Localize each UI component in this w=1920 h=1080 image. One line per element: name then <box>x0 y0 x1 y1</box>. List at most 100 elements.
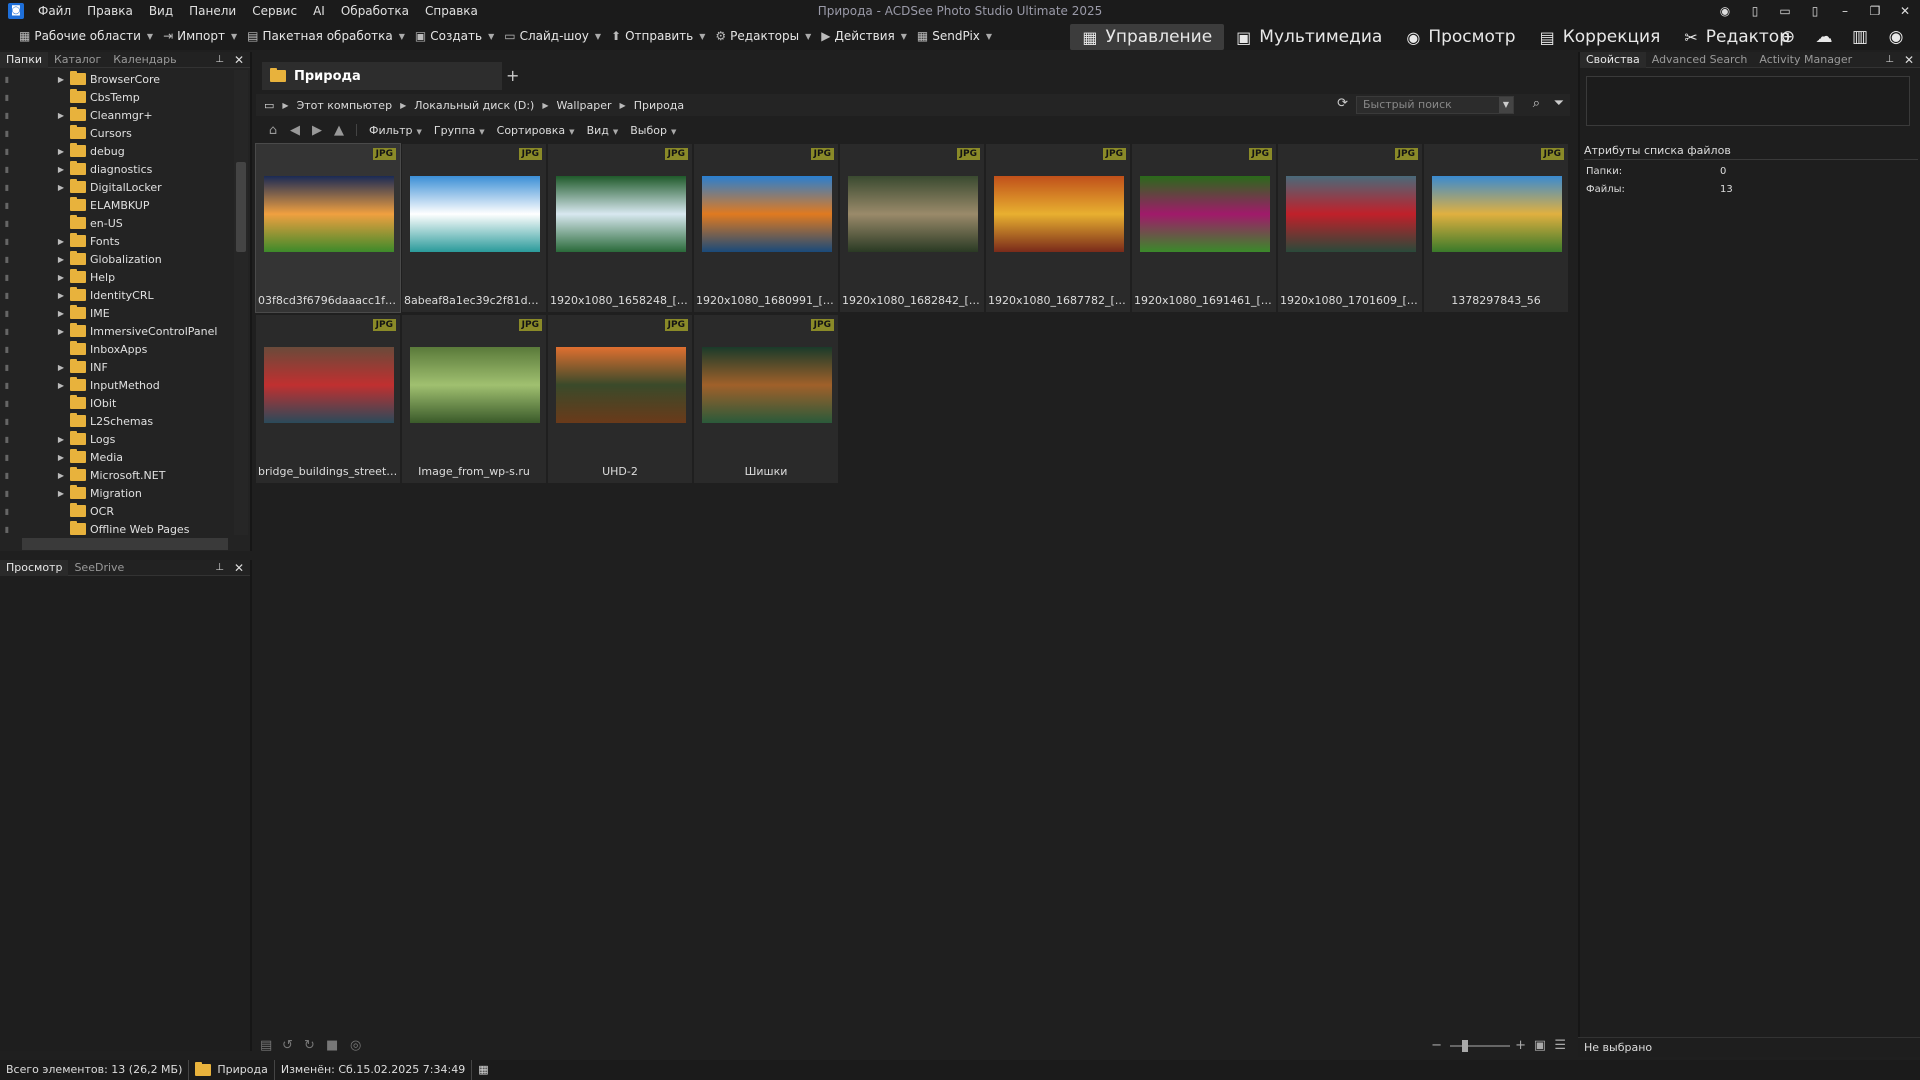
tree-horizontal-scrollbar[interactable] <box>22 538 228 550</box>
tree-item[interactable]: ▮ ▶ Logs <box>0 430 232 448</box>
chevron-down-icon[interactable]: ▼ <box>699 32 705 41</box>
expand-arrow-icon[interactable]: ▶ <box>56 183 66 192</box>
chevron-down-icon[interactable]: ▼ <box>147 32 153 41</box>
breadcrumb-item[interactable]: Локальный диск (D:) <box>410 99 538 112</box>
tab-advanced-search[interactable]: Advanced Search <box>1646 52 1754 68</box>
right-pane-toggle-icon[interactable]: ▯ <box>1800 4 1830 18</box>
expand-arrow-icon[interactable]: ▶ <box>56 471 66 480</box>
pin-icon[interactable]: ⊥ <box>1881 54 1898 65</box>
globe-icon[interactable]: ⊕ <box>1770 27 1806 47</box>
tree-item[interactable]: ▮ CbsTemp <box>0 88 232 106</box>
tree-item[interactable]: ▮ ELAMBKUP <box>0 196 232 214</box>
expand-arrow-icon[interactable]: ▶ <box>56 435 66 444</box>
tree-item[interactable]: ▮ ▶ BrowserCore <box>0 70 232 88</box>
tree-item[interactable]: ▮ ▶ Cleanmgr+ <box>0 106 232 124</box>
dropdown-3[interactable]: Вид ▼ <box>581 124 625 137</box>
chevron-down-icon[interactable]: ▼ <box>231 32 237 41</box>
toolbar-workspaces-button[interactable]: ▦ Рабочие области ▼ <box>14 22 158 50</box>
zoom-slider-knob[interactable] <box>1462 1040 1468 1052</box>
left-pane-toggle-icon[interactable]: ▯ <box>1740 4 1770 18</box>
chevron-down-icon[interactable]: ▼ <box>901 32 907 41</box>
zoom-in-icon[interactable]: + <box>1515 1038 1526 1053</box>
filter-icon[interactable]: ⏷ <box>1554 96 1564 111</box>
file-thumbnail[interactable]: JPG 1920x1080_1682842_[ww... <box>840 144 984 312</box>
chevron-right-icon[interactable]: ▶ <box>278 101 292 110</box>
play-icon[interactable]: ◎ <box>350 1038 361 1053</box>
file-thumbnail[interactable]: JPG 1378297843_56 <box>1424 144 1568 312</box>
file-thumbnail[interactable]: JPG 03f8cd3f6796daaacc1fe43... <box>255 143 401 313</box>
home-icon[interactable]: ⌂ <box>262 123 284 138</box>
tree-item[interactable]: ▮ ▶ Media <box>0 448 232 466</box>
calendar-icon[interactable]: ▦ <box>472 1060 494 1080</box>
tree-item[interactable]: ▮ ▶ IdentityCRL <box>0 286 232 304</box>
tree-item[interactable]: ▮ Offline Web Pages <box>0 520 232 535</box>
up-icon[interactable]: ▲ <box>328 123 350 138</box>
tab-просмотр[interactable]: Просмотр <box>0 559 69 576</box>
file-thumbnail[interactable]: JPG bridge_buildings_street_9... <box>256 315 400 483</box>
dashboard-icon[interactable]: ▥ <box>1842 27 1878 47</box>
file-thumbnail[interactable]: JPG 1920x1080_1691461_[ww... <box>1132 144 1276 312</box>
tab-свойства[interactable]: Свойства <box>1580 51 1646 68</box>
tree-item[interactable]: ▮ OCR <box>0 502 232 520</box>
toolbar-editors-button[interactable]: ⚙ Редакторы ▼ <box>710 22 816 50</box>
expand-arrow-icon[interactable]: ▶ <box>56 453 66 462</box>
menu-item[interactable]: Панели <box>181 0 244 22</box>
tab-каталог[interactable]: Каталог <box>48 52 107 68</box>
chevron-down-icon[interactable]: ▼ <box>1499 97 1513 113</box>
tree-item[interactable]: ▮ ▶ INF <box>0 358 232 376</box>
expand-arrow-icon[interactable]: ▶ <box>56 75 66 84</box>
file-thumbnail[interactable]: JPG 1920x1080_1687782_[ww... <box>986 144 1130 312</box>
expand-arrow-icon[interactable]: ▶ <box>56 489 66 498</box>
expand-arrow-icon[interactable]: ▶ <box>56 273 66 282</box>
dropdown-1[interactable]: Группа ▼ <box>428 124 491 137</box>
tree-item[interactable]: ▮ ▶ Globalization <box>0 250 232 268</box>
breadcrumb-item[interactable]: Природа <box>630 99 688 112</box>
computer-icon[interactable]: ▭ <box>260 99 278 112</box>
mode-view-button[interactable]: ◉ Просмотр <box>1394 24 1527 50</box>
toolbar-import-button[interactable]: ⇥ Импорт ▼ <box>158 22 242 50</box>
file-thumbnail[interactable]: JPG Шишки <box>694 315 838 483</box>
tree-item[interactable]: ▮ ▶ diagnostics <box>0 160 232 178</box>
chevron-down-icon[interactable]: ▼ <box>986 32 992 41</box>
bottom-pane-toggle-icon[interactable]: ▭ <box>1770 4 1800 18</box>
toolbar-send-button[interactable]: ⬆ Отправить ▼ <box>606 22 710 50</box>
close-panel-icon[interactable]: ✕ <box>228 53 250 67</box>
pin-icon[interactable]: ⊥ <box>211 54 228 65</box>
pin-icon[interactable]: ⊥ <box>211 562 228 573</box>
tree-item[interactable]: ▮ ▶ Help <box>0 268 232 286</box>
details-view-icon[interactable]: ☰ <box>1554 1038 1566 1053</box>
tree-vertical-scrollbar[interactable] <box>234 70 248 535</box>
tree-item[interactable]: ▮ ▶ InputMethod <box>0 376 232 394</box>
file-thumbnail[interactable]: JPG 1920x1080_1701609_[ww... <box>1278 144 1422 312</box>
chevron-right-icon[interactable]: ▶ <box>616 101 630 110</box>
expand-arrow-icon[interactable]: ▶ <box>56 237 66 246</box>
thumbnail-view-icon[interactable]: ▣ <box>1534 1038 1546 1053</box>
expand-arrow-icon[interactable]: ▶ <box>56 381 66 390</box>
mode-manage-button[interactable]: ▦ Управление <box>1070 24 1225 50</box>
tree-item[interactable]: ▮ ▶ Microsoft.NET <box>0 466 232 484</box>
toolbar-create-button[interactable]: ▣ Создать ▼ <box>410 22 499 50</box>
scrollbar-thumb[interactable] <box>236 162 246 252</box>
eye-settings-icon[interactable]: ◉ <box>1878 27 1914 47</box>
dropdown-2[interactable]: Сортировка ▼ <box>491 124 581 137</box>
breadcrumb-item[interactable]: Wallpaper <box>553 99 616 112</box>
mode-media-button[interactable]: ▣ Мультимедиа <box>1224 24 1394 50</box>
expand-arrow-icon[interactable]: ▶ <box>56 255 66 264</box>
expand-arrow-icon[interactable]: ▶ <box>56 111 66 120</box>
expand-arrow-icon[interactable]: ▶ <box>56 363 66 372</box>
tree-item[interactable]: ▮ en-US <box>0 214 232 232</box>
menu-item[interactable]: Обработка <box>333 0 417 22</box>
search-icon[interactable]: ⌕ <box>1533 96 1540 111</box>
chevron-right-icon[interactable]: ▶ <box>538 101 552 110</box>
tree-item[interactable]: ▮ Cursors <box>0 124 232 142</box>
menu-item[interactable]: Вид <box>141 0 181 22</box>
expand-arrow-icon[interactable]: ▶ <box>56 165 66 174</box>
save-icon[interactable]: ▤ <box>260 1038 272 1053</box>
tab-папки[interactable]: Папки <box>0 51 48 68</box>
tree-item[interactable]: ▮ ▶ IME <box>0 304 232 322</box>
toolbar-actions-button[interactable]: ▶ Действия ▼ <box>816 22 912 50</box>
tree-item[interactable]: ▮ IObit <box>0 394 232 412</box>
chevron-down-icon[interactable]: ▼ <box>488 32 494 41</box>
menu-item[interactable]: Файл <box>30 0 79 22</box>
menu-item[interactable]: AI <box>305 0 333 22</box>
